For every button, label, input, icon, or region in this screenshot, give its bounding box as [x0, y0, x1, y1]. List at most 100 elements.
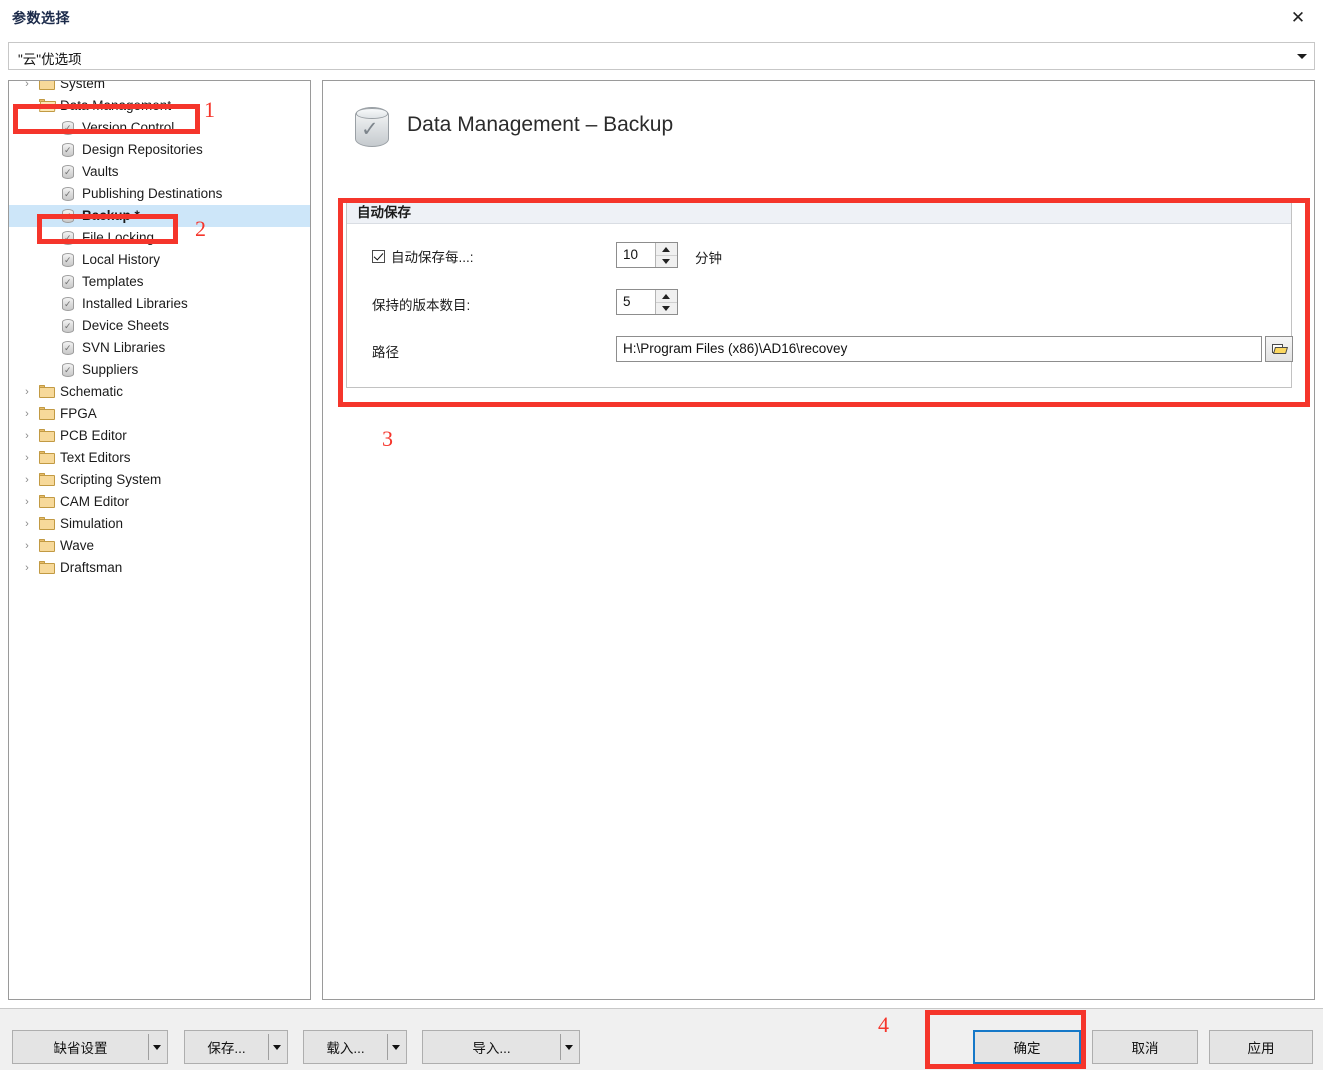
chevron-down-icon[interactable]	[386, 1031, 406, 1063]
chevron-right-icon[interactable]: ›	[21, 425, 33, 447]
tree-item-vaults[interactable]: ✓ Vaults	[9, 161, 310, 183]
versions-kept-row: 保持的版本数目: 5	[347, 289, 1291, 319]
chevron-right-icon[interactable]: ›	[21, 535, 33, 557]
versions-kept-value: 5	[623, 294, 631, 309]
tree-item-text-editors[interactable]: › Text Editors	[9, 447, 310, 469]
tree-item-scripting-system[interactable]: › Scripting System	[9, 469, 310, 491]
autosave-checkbox-label: 自动保存每...:	[391, 250, 474, 265]
autosave-checkbox[interactable]: 自动保存每...:	[372, 246, 474, 266]
autosave-interval-stepper[interactable]: 10	[616, 242, 678, 268]
cancel-button[interactable]: 取消	[1092, 1030, 1198, 1064]
tree-item-wave[interactable]: › Wave	[9, 535, 310, 557]
tree-item-label: System	[60, 80, 106, 91]
tree-item-templates[interactable]: ✓ Templates	[9, 271, 310, 293]
folder-icon	[39, 429, 55, 443]
chevron-right-icon[interactable]: ›	[21, 447, 33, 469]
defaults-button-label: 缺省设置	[53, 1041, 108, 1056]
versions-kept-stepper[interactable]: 5	[616, 289, 678, 315]
checkbox-icon	[372, 249, 385, 263]
tree-item-label: Scripting System	[60, 472, 162, 487]
tree-item-label: Backup *	[82, 208, 140, 223]
folder-open-icon	[1272, 343, 1289, 355]
tree-item-label: Design Repositories	[82, 142, 203, 157]
close-icon[interactable]: ✕	[1279, 2, 1317, 32]
content-panel: ✓ Data Management – Backup 自动保存 自动保存每...…	[322, 80, 1315, 1000]
settings-tree-panel[interactable]: › System ⌄ Data Management ✓ Version Control ✓…	[8, 80, 311, 1000]
ok-button[interactable]: 确定	[973, 1030, 1081, 1064]
tree-item-label: Simulation	[60, 516, 124, 531]
tree-item-design-repositories[interactable]: ✓ Design Repositories	[9, 139, 310, 161]
chevron-right-icon[interactable]: ›	[21, 81, 33, 95]
tree-item-label: Version Control	[82, 120, 175, 135]
chevron-right-icon[interactable]: ›	[21, 403, 33, 425]
load-button[interactable]: 载入...	[303, 1030, 407, 1064]
tree-item-simulation[interactable]: › Simulation	[9, 513, 310, 535]
db-check-icon: ✓	[60, 341, 76, 355]
chevron-right-icon[interactable]: ›	[21, 491, 33, 513]
tree-item-label: Data Management	[60, 98, 172, 113]
autosave-interval-unit: 分钟	[695, 251, 722, 266]
tree-item-label: Suppliers	[82, 362, 139, 377]
browse-folder-button[interactable]	[1265, 336, 1293, 362]
db-check-icon: ✓	[60, 121, 76, 135]
tree-item-label: Publishing Destinations	[82, 186, 223, 201]
tree-item-local-history[interactable]: ✓ Local History	[9, 249, 310, 271]
preset-combobox-value: "云"优选项	[18, 52, 82, 67]
tree-item-backup[interactable]: ✓ Backup *	[9, 205, 310, 227]
import-button[interactable]: 导入...	[422, 1030, 580, 1064]
folder-icon	[39, 517, 55, 531]
folder-icon	[39, 539, 55, 553]
stepper-buttons	[655, 290, 677, 314]
tree-item-label: Text Editors	[60, 450, 131, 465]
tree-item-installed-libraries[interactable]: ✓ Installed Libraries	[9, 293, 310, 315]
tree-item-label: CAM Editor	[60, 494, 130, 509]
stepper-buttons	[655, 243, 677, 267]
stepper-up-button[interactable]	[656, 290, 677, 303]
footer-bar: 缺省设置 保存... 载入... 导入... 确定 取消 应用	[0, 1008, 1323, 1070]
tree-item-version-control[interactable]: ✓ Version Control	[9, 117, 310, 139]
tree-item-label: Device Sheets	[82, 318, 170, 333]
tree-item-draftsman[interactable]: › Draftsman	[9, 557, 310, 579]
chevron-down-icon[interactable]: ⌄	[21, 95, 33, 117]
tree-item-label: Templates	[82, 274, 144, 289]
tree-item-label: FPGA	[60, 406, 97, 421]
tree-item-pcb-editor[interactable]: › PCB Editor	[9, 425, 310, 447]
folder-icon	[39, 385, 55, 399]
chevron-right-icon[interactable]: ›	[21, 469, 33, 491]
tree-item-suppliers[interactable]: ✓ Suppliers	[9, 359, 310, 381]
folder-icon	[39, 561, 55, 575]
chevron-right-icon[interactable]: ›	[21, 381, 33, 403]
stepper-down-button[interactable]	[656, 256, 677, 268]
chevron-down-icon[interactable]	[267, 1031, 287, 1063]
backup-path-input[interactable]: H:\Program Files (x86)\AD16\recovey	[616, 336, 1262, 362]
backup-path-row: 路径 H:\Program Files (x86)\AD16\recovey	[347, 336, 1293, 366]
tree-item-schematic[interactable]: › Schematic	[9, 381, 310, 403]
stepper-up-button[interactable]	[656, 243, 677, 256]
tree-item-label: Local History	[82, 252, 161, 267]
tree-item-file-locking[interactable]: ✓ File Locking	[9, 227, 310, 249]
folder-icon	[39, 407, 55, 421]
chevron-down-icon	[1297, 54, 1307, 59]
preset-combobox[interactable]: "云"优选项	[8, 42, 1315, 70]
tree-item-svn-libraries[interactable]: ✓ SVN Libraries	[9, 337, 310, 359]
tree-item-label: Draftsman	[60, 560, 123, 575]
tree-item-fpga[interactable]: › FPGA	[9, 403, 310, 425]
tree-item-cam-editor[interactable]: › CAM Editor	[9, 491, 310, 513]
tree-item-publishing-destinations[interactable]: ✓ Publishing Destinations	[9, 183, 310, 205]
versions-kept-label: 保持的版本数目:	[372, 298, 471, 313]
save-button[interactable]: 保存...	[184, 1030, 288, 1064]
chevron-down-icon[interactable]	[559, 1031, 579, 1063]
chevron-right-icon[interactable]: ›	[21, 557, 33, 579]
chevron-right-icon[interactable]: ›	[21, 513, 33, 535]
chevron-down-icon[interactable]	[147, 1031, 167, 1063]
folder-icon	[39, 495, 55, 509]
apply-button[interactable]: 应用	[1209, 1030, 1313, 1064]
settings-tree: › System ⌄ Data Management ✓ Version Control ✓…	[9, 80, 310, 579]
tree-item-label: Vaults	[82, 164, 119, 179]
stepper-down-button[interactable]	[656, 303, 677, 315]
defaults-button[interactable]: 缺省设置	[12, 1030, 168, 1064]
tree-item-system[interactable]: › System	[9, 80, 310, 95]
db-check-icon: ✓	[60, 275, 76, 289]
tree-item-device-sheets[interactable]: ✓ Device Sheets	[9, 315, 310, 337]
tree-item-data-management[interactable]: ⌄ Data Management	[9, 95, 310, 117]
